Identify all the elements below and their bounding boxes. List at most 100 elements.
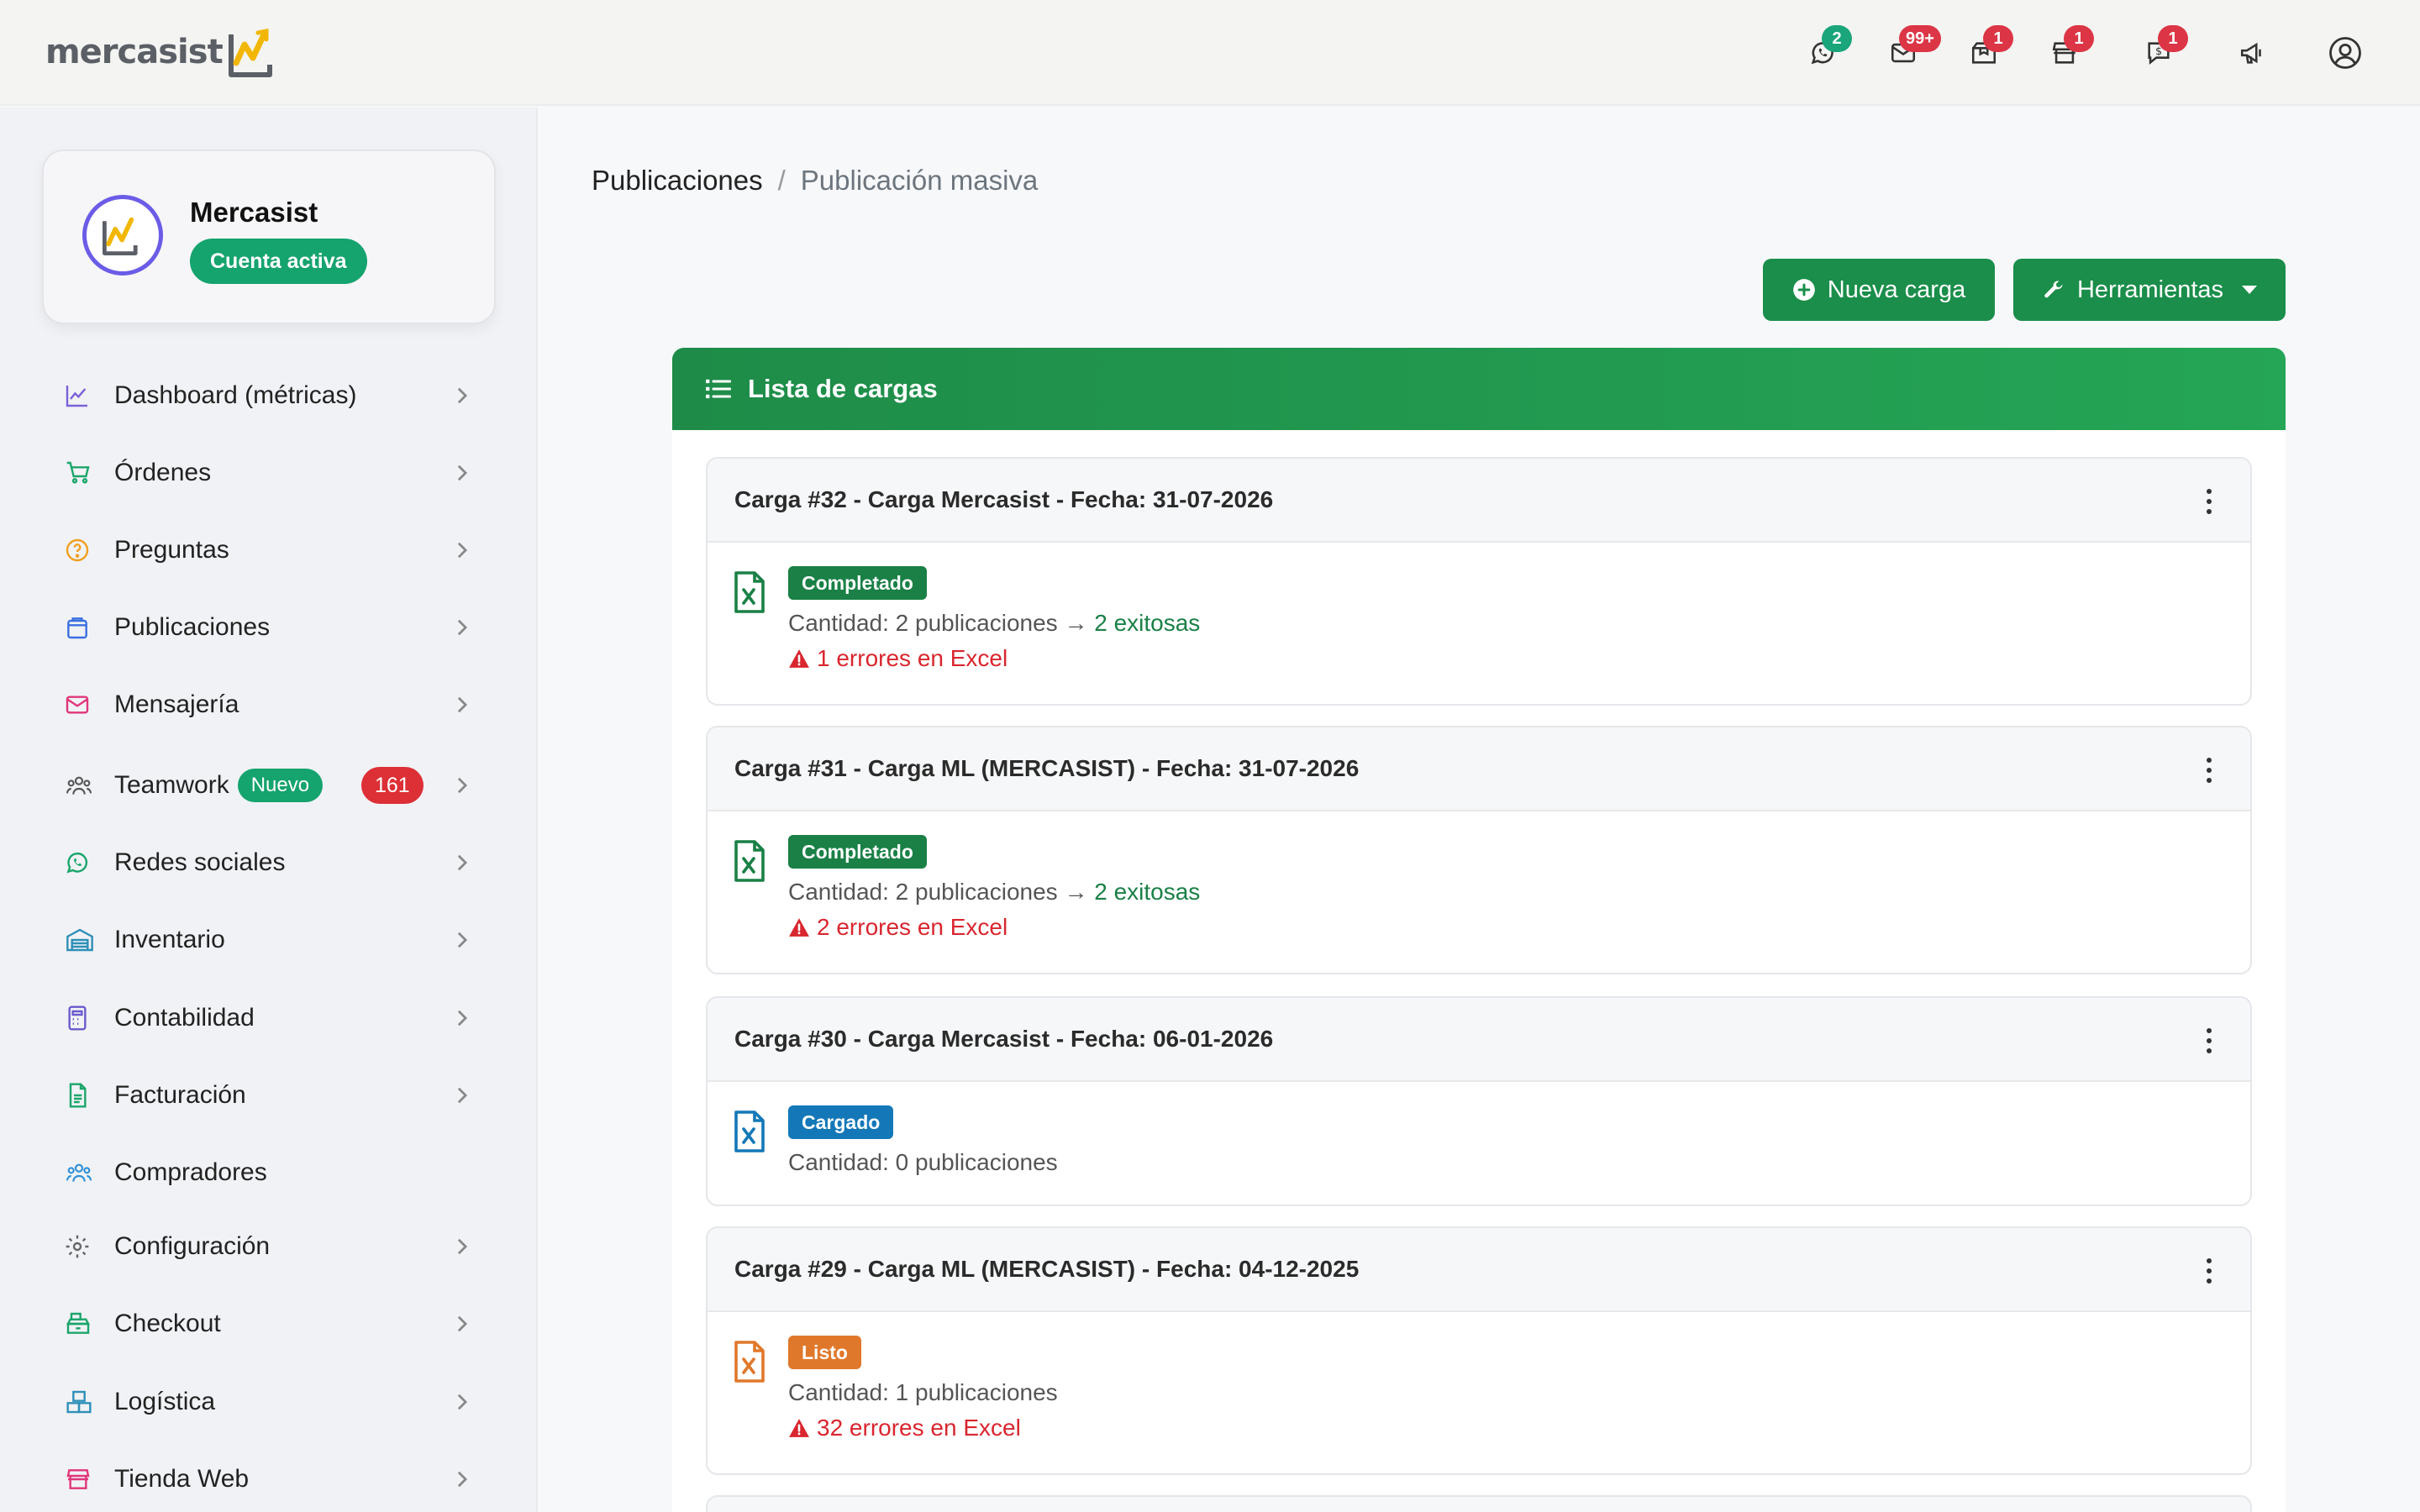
upload-card-header: Carga #31 - Carga ML (MERCASIST) - Fecha… (708, 727, 2250, 811)
sidebar-item-webstore[interactable]: Tienda Web (64, 1454, 484, 1504)
status-badge: Completado (788, 566, 927, 600)
brand-logo[interactable]: mercasist (45, 20, 283, 84)
sidebar-item-messaging[interactable]: Mensajería (64, 680, 484, 730)
account-card[interactable]: Mercasist Cuenta activa (42, 150, 496, 324)
sidebar: Mercasist Cuenta activa Dashboard (métri… (0, 108, 538, 1512)
calculator-icon (64, 1001, 104, 1035)
upload-card: Carga #31 - Carga ML (MERCASIST) - Fecha… (706, 726, 2252, 974)
store-icon[interactable]: 1 (2045, 25, 2094, 72)
mail-badge: 99+ (1899, 25, 1941, 52)
errors-text: 32 errores en Excel (817, 1415, 1021, 1441)
billing-chat-icon[interactable]: $ 1 (2139, 25, 2188, 72)
upload-title: Carga #31 - Carga ML (MERCASIST) - Fecha… (734, 755, 1360, 781)
sidebar-item-label: Preguntas (114, 536, 229, 564)
gear-icon (64, 1230, 104, 1263)
excel-file-icon[interactable] (733, 1341, 766, 1384)
sidebar-item-label: Facturación (114, 1081, 246, 1109)
account-status-badge: Cuenta activa (190, 239, 367, 284)
more-options-icon[interactable] (2205, 1258, 2213, 1284)
plus-circle-icon (1792, 279, 1815, 301)
mail-icon (64, 688, 104, 722)
upload-card-body: Completado Cantidad: 2 publicaciones → 2… (708, 811, 2250, 941)
chevron-right-icon (450, 1235, 474, 1258)
upload-card (706, 1495, 2252, 1512)
chevron-right-icon (450, 1390, 474, 1414)
quantity-text: Cantidad: 1 publicaciones (788, 1379, 1058, 1405)
sidebar-item-buyers[interactable]: Compradores (64, 1147, 484, 1198)
cart-icon (64, 456, 104, 490)
new-upload-button[interactable]: Nueva carga (1763, 259, 1995, 321)
chart-icon (64, 379, 104, 412)
list-icon (706, 379, 731, 399)
top-bar: mercasist 2 99+ 1 1 $ 1 (0, 0, 2420, 106)
sidebar-item-questions[interactable]: Preguntas (64, 525, 484, 575)
uploads-panel-header: Lista de cargas (672, 348, 2286, 430)
quantity-text: Cantidad: 2 publicaciones → (788, 610, 1088, 636)
sidebar-item-logistics[interactable]: Logística (64, 1377, 484, 1427)
chevron-right-icon (450, 616, 474, 639)
warehouse-icon (64, 923, 104, 957)
quantity-text: Cantidad: 0 publicaciones (788, 1149, 1058, 1175)
excel-file-icon[interactable] (733, 571, 766, 615)
teamwork-count-badge: 161 (361, 767, 424, 804)
upload-title: Carga #32 - Carga Mercasist - Fecha: 31-… (734, 486, 1274, 512)
warning-icon (789, 918, 809, 937)
excel-errors[interactable]: 1 errores en Excel (788, 645, 2250, 672)
sidebar-item-teamwork[interactable]: Teamwork Nuevo 161 (64, 760, 484, 811)
tools-label: Herramientas (2076, 276, 2224, 303)
chevron-right-icon (450, 851, 474, 874)
megaphone-icon[interactable] (2233, 34, 2272, 72)
sidebar-item-label: Dashboard (métricas) (114, 381, 357, 409)
upload-card-body: Listo Cantidad: 1 publicaciones 32 error… (708, 1312, 2250, 1441)
more-options-icon[interactable] (2205, 758, 2213, 783)
whatsapp-icon (64, 846, 104, 879)
new-upload-label: Nueva carga (1827, 276, 1966, 303)
breadcrumb: Publicaciones / Publicación masiva (592, 165, 1038, 197)
status-badge: Listo (788, 1336, 861, 1369)
whatsapp-icon[interactable]: 2 (1803, 25, 1852, 72)
sidebar-item-settings[interactable]: Configuración (64, 1221, 484, 1272)
more-options-icon[interactable] (2205, 1028, 2213, 1053)
sidebar-item-social[interactable]: Redes sociales (64, 837, 484, 888)
excel-errors[interactable]: 32 errores en Excel (788, 1415, 2250, 1441)
upload-title: Carga #30 - Carga Mercasist - Fecha: 06-… (734, 1026, 1274, 1052)
bag-icon (64, 611, 104, 644)
brand-name: mercasist (45, 33, 224, 71)
user-icon[interactable] (2326, 34, 2365, 72)
upload-card-body: Cargado Cantidad: 0 publicaciones (708, 1082, 2250, 1176)
status-badge: Cargado (788, 1105, 894, 1139)
upload-card-header: Carga #30 - Carga Mercasist - Fecha: 06-… (708, 998, 2250, 1082)
sidebar-item-billing[interactable]: Facturación (64, 1070, 484, 1121)
breadcrumb-link-publications[interactable]: Publicaciones (592, 165, 763, 197)
sidebar-item-orders[interactable]: Órdenes (64, 448, 484, 498)
question-icon (64, 533, 104, 567)
quantity-text: Cantidad: 2 publicaciones → (788, 879, 1088, 905)
errors-text: 2 errores en Excel (817, 914, 1008, 940)
sidebar-item-accounting[interactable]: Contabilidad (64, 993, 484, 1043)
chevron-right-icon (450, 384, 474, 407)
sidebar-item-label: Teamwork (114, 771, 229, 799)
chevron-right-icon (450, 461, 474, 485)
cash-register-icon (64, 1307, 104, 1341)
sidebar-item-label: Órdenes (114, 459, 212, 486)
success-count: 2 exitosas (1094, 879, 1201, 905)
more-options-icon[interactable] (2205, 489, 2213, 514)
store-badge: 1 (2064, 25, 2094, 52)
breadcrumb-current: Publicación masiva (800, 165, 1039, 196)
tools-dropdown-button[interactable]: Herramientas (2013, 259, 2286, 321)
sidebar-item-dashboard[interactable]: Dashboard (métricas) (64, 370, 484, 421)
sidebar-item-inventory[interactable]: Inventario (64, 915, 484, 965)
excel-file-icon[interactable] (733, 840, 766, 884)
sidebar-item-publications[interactable]: Publicaciones (64, 602, 484, 653)
sidebar-item-checkout[interactable]: Checkout (64, 1299, 484, 1349)
sidebar-item-label: Configuración (114, 1232, 271, 1260)
excel-file-icon[interactable] (733, 1110, 766, 1154)
breadcrumb-separator: / (777, 165, 786, 196)
chevron-right-icon (450, 774, 474, 797)
excel-errors[interactable]: 2 errores en Excel (788, 914, 2250, 941)
upload-quantity: Cantidad: 2 publicaciones → 2 exitosas (788, 879, 2250, 906)
uploads-panel: Lista de cargas Carga #32 - Carga Mercas… (672, 348, 2286, 1512)
box-icon[interactable]: 1 (1965, 25, 2013, 72)
sidebar-item-label: Inventario (114, 926, 225, 953)
mail-icon[interactable]: 99+ (1884, 25, 1941, 72)
